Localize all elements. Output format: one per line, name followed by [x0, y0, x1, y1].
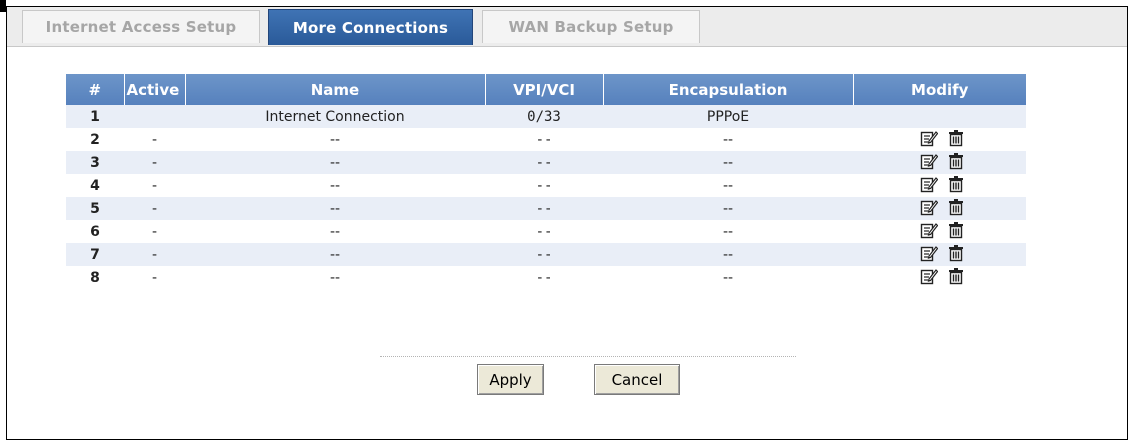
row-vpi-vci: --: [535, 131, 553, 148]
delete-icon[interactable]: [947, 244, 965, 262]
row-vpi-vci: --: [535, 177, 553, 194]
tab-more-connections[interactable]: More Connections: [268, 9, 473, 45]
row-modify: [853, 128, 1026, 151]
edit-icon[interactable]: [920, 129, 938, 147]
table-row: 6- -- -- --: [66, 220, 1026, 243]
row-modify: [853, 197, 1026, 220]
table-row: 8- -- -- --: [66, 266, 1026, 289]
row-vpi-vci: --: [485, 151, 603, 174]
table-row: 3- -- -- --: [66, 151, 1026, 174]
row-number: 1: [66, 105, 124, 128]
row-encapsulation: --: [603, 197, 853, 220]
tab-bar: Internet Access Setup More Connections W…: [7, 7, 1127, 47]
row-modify: [853, 151, 1026, 174]
table-row: 4- -- -- --: [66, 174, 1026, 197]
row-name: --: [329, 131, 341, 148]
table-row: 7- -- -- --: [66, 243, 1026, 266]
tab-internet-access-setup[interactable]: Internet Access Setup: [22, 10, 260, 43]
delete-icon[interactable]: [947, 267, 965, 285]
row-vpi-vci: --: [535, 269, 553, 286]
row-active: -: [124, 197, 185, 220]
row-vpi-vci: --: [485, 243, 603, 266]
row-encapsulation: --: [722, 223, 734, 240]
row-number: 5: [66, 197, 124, 220]
delete-icon[interactable]: [947, 198, 965, 216]
table-row: 5- -- -- --: [66, 197, 1026, 220]
table-row: 1 Internet Connection 0/33 PPPoE: [66, 105, 1026, 128]
row-modify: [853, 105, 1026, 128]
row-encapsulation: --: [722, 269, 734, 286]
table-header-row: # Active Name VPI/VCI Encapsulation Modi…: [66, 74, 1026, 105]
row-active: -: [124, 151, 185, 174]
row-number: 6: [90, 223, 100, 240]
column-header-active: Active: [123, 74, 185, 105]
row-vpi-vci: 0/33: [485, 105, 603, 128]
edit-icon[interactable]: [920, 175, 938, 193]
column-header-number: #: [66, 74, 124, 105]
delete-icon[interactable]: [947, 221, 965, 239]
row-name: --: [185, 197, 485, 220]
column-header-modify: Modify: [852, 74, 1026, 105]
row-active: -: [151, 223, 158, 240]
cancel-button[interactable]: Cancel: [594, 364, 680, 395]
row-encapsulation: --: [722, 177, 734, 194]
row-name: --: [185, 151, 485, 174]
row-encapsulation: PPPoE: [603, 105, 853, 128]
connections-panel: Internet Access Setup More Connections W…: [6, 6, 1128, 440]
connections-table: # Active Name VPI/VCI Encapsulation Modi…: [66, 74, 1026, 289]
row-name: Internet Connection: [185, 105, 485, 128]
edit-icon[interactable]: [920, 221, 938, 239]
divider: [380, 356, 796, 357]
row-active: -: [151, 269, 158, 286]
row-active: [124, 105, 185, 128]
row-vpi-vci: --: [485, 197, 603, 220]
column-header-vpi-vci: VPI/VCI: [484, 74, 603, 105]
column-header-name: Name: [184, 74, 485, 105]
row-active: -: [151, 177, 158, 194]
delete-icon[interactable]: [947, 129, 965, 147]
row-name: --: [185, 243, 485, 266]
row-modify: [853, 174, 1026, 197]
row-modify: [853, 243, 1026, 266]
row-number: 8: [90, 269, 100, 286]
delete-icon[interactable]: [947, 152, 965, 170]
row-number: 7: [66, 243, 124, 266]
row-name: --: [329, 177, 341, 194]
row-encapsulation: --: [722, 131, 734, 148]
row-vpi-vci: --: [535, 223, 553, 240]
edit-icon[interactable]: [920, 152, 938, 170]
delete-icon[interactable]: [947, 175, 965, 193]
row-name: --: [329, 223, 341, 240]
row-number: 4: [90, 177, 100, 194]
column-header-encapsulation: Encapsulation: [602, 74, 853, 105]
row-active: -: [151, 131, 158, 148]
row-number: 3: [66, 151, 124, 174]
row-encapsulation: --: [603, 151, 853, 174]
edit-icon[interactable]: [920, 267, 938, 285]
row-modify: [853, 266, 1026, 289]
row-name: --: [329, 269, 341, 286]
tab-wan-backup-setup[interactable]: WAN Backup Setup: [482, 10, 700, 43]
edit-icon[interactable]: [920, 198, 938, 216]
row-encapsulation: --: [603, 243, 853, 266]
row-active: -: [124, 243, 185, 266]
row-number: 2: [90, 131, 100, 148]
edit-icon[interactable]: [920, 244, 938, 262]
table-row: 2- -- -- --: [66, 128, 1026, 151]
row-modify: [853, 220, 1026, 243]
apply-button[interactable]: Apply: [477, 364, 544, 395]
